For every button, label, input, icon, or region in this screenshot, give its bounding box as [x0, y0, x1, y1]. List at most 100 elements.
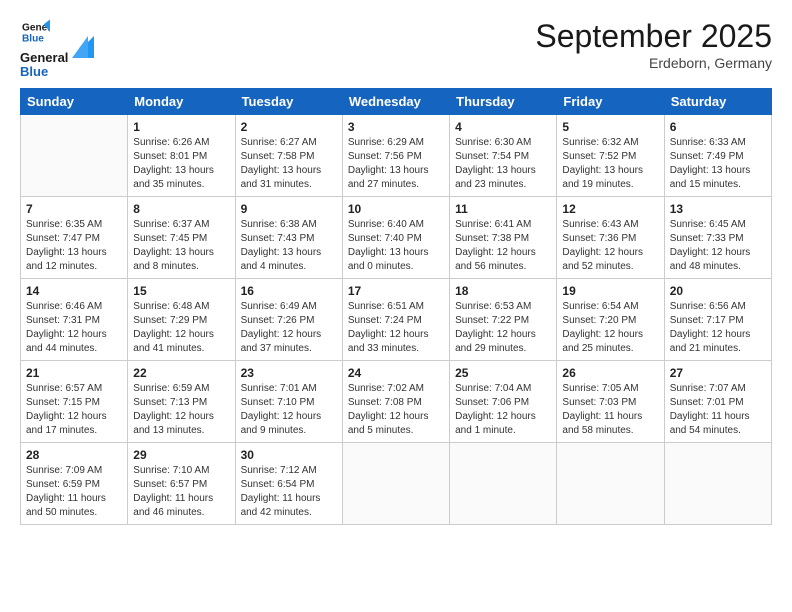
- day-info: Sunrise: 6:43 AM Sunset: 7:36 PM Dayligh…: [562, 218, 658, 273]
- day-number: 8: [133, 201, 229, 218]
- calendar-cell: 11Sunrise: 6:41 AM Sunset: 7:38 PM Dayli…: [450, 196, 557, 278]
- calendar-cell: 26Sunrise: 7:05 AM Sunset: 7:03 PM Dayli…: [557, 360, 664, 442]
- day-number: 11: [455, 201, 551, 218]
- day-number: 24: [348, 365, 444, 382]
- day-info: Sunrise: 6:27 AM Sunset: 7:58 PM Dayligh…: [241, 136, 337, 191]
- weekday-header-friday: Friday: [557, 88, 664, 114]
- day-number: 30: [241, 447, 337, 464]
- calendar-cell: 7Sunrise: 6:35 AM Sunset: 7:47 PM Daylig…: [21, 196, 128, 278]
- calendar-header-row: SundayMondayTuesdayWednesdayThursdayFrid…: [21, 88, 772, 114]
- day-info: Sunrise: 6:45 AM Sunset: 7:33 PM Dayligh…: [670, 218, 766, 273]
- logo-icon: General Blue: [22, 18, 50, 46]
- calendar-cell: 15Sunrise: 6:48 AM Sunset: 7:29 PM Dayli…: [128, 278, 235, 360]
- day-number: 1: [133, 119, 229, 136]
- day-number: 10: [348, 201, 444, 218]
- weekday-header-wednesday: Wednesday: [342, 88, 449, 114]
- day-info: Sunrise: 6:53 AM Sunset: 7:22 PM Dayligh…: [455, 300, 551, 355]
- day-number: 13: [670, 201, 766, 218]
- day-number: 14: [26, 283, 122, 300]
- day-number: 12: [562, 201, 658, 218]
- calendar-cell: 12Sunrise: 6:43 AM Sunset: 7:36 PM Dayli…: [557, 196, 664, 278]
- calendar-cell: 22Sunrise: 6:59 AM Sunset: 7:13 PM Dayli…: [128, 360, 235, 442]
- day-number: 5: [562, 119, 658, 136]
- logo-triangle-icon: [72, 36, 94, 58]
- title-block: September 2025 Erdeborn, Germany: [535, 18, 772, 71]
- day-number: 29: [133, 447, 229, 464]
- calendar-cell: 2Sunrise: 6:27 AM Sunset: 7:58 PM Daylig…: [235, 114, 342, 196]
- day-info: Sunrise: 6:54 AM Sunset: 7:20 PM Dayligh…: [562, 300, 658, 355]
- calendar-cell: [342, 442, 449, 524]
- day-info: Sunrise: 6:57 AM Sunset: 7:15 PM Dayligh…: [26, 382, 122, 437]
- calendar-cell: 4Sunrise: 6:30 AM Sunset: 7:54 PM Daylig…: [450, 114, 557, 196]
- location-subtitle: Erdeborn, Germany: [535, 55, 772, 71]
- day-number: 2: [241, 119, 337, 136]
- day-info: Sunrise: 7:12 AM Sunset: 6:54 PM Dayligh…: [241, 464, 337, 519]
- logo-general: General: [20, 50, 68, 65]
- calendar-cell: 13Sunrise: 6:45 AM Sunset: 7:33 PM Dayli…: [664, 196, 771, 278]
- calendar-week-row: 7Sunrise: 6:35 AM Sunset: 7:47 PM Daylig…: [21, 196, 772, 278]
- calendar-page: General Blue General Blue September 2025…: [0, 0, 792, 612]
- month-title: September 2025: [535, 18, 772, 55]
- calendar-cell: 27Sunrise: 7:07 AM Sunset: 7:01 PM Dayli…: [664, 360, 771, 442]
- calendar-cell: 19Sunrise: 6:54 AM Sunset: 7:20 PM Dayli…: [557, 278, 664, 360]
- day-info: Sunrise: 6:40 AM Sunset: 7:40 PM Dayligh…: [348, 218, 444, 273]
- calendar-cell: 30Sunrise: 7:12 AM Sunset: 6:54 PM Dayli…: [235, 442, 342, 524]
- day-info: Sunrise: 7:01 AM Sunset: 7:10 PM Dayligh…: [241, 382, 337, 437]
- day-info: Sunrise: 7:02 AM Sunset: 7:08 PM Dayligh…: [348, 382, 444, 437]
- day-number: 15: [133, 283, 229, 300]
- calendar-cell: 25Sunrise: 7:04 AM Sunset: 7:06 PM Dayli…: [450, 360, 557, 442]
- day-number: 23: [241, 365, 337, 382]
- day-info: Sunrise: 6:51 AM Sunset: 7:24 PM Dayligh…: [348, 300, 444, 355]
- day-number: 19: [562, 283, 658, 300]
- day-info: Sunrise: 6:59 AM Sunset: 7:13 PM Dayligh…: [133, 382, 229, 437]
- day-info: Sunrise: 6:33 AM Sunset: 7:49 PM Dayligh…: [670, 136, 766, 191]
- day-number: 17: [348, 283, 444, 300]
- calendar-cell: [450, 442, 557, 524]
- day-info: Sunrise: 7:05 AM Sunset: 7:03 PM Dayligh…: [562, 382, 658, 437]
- calendar-cell: 5Sunrise: 6:32 AM Sunset: 7:52 PM Daylig…: [557, 114, 664, 196]
- day-number: 6: [670, 119, 766, 136]
- day-number: 22: [133, 365, 229, 382]
- day-info: Sunrise: 6:37 AM Sunset: 7:45 PM Dayligh…: [133, 218, 229, 273]
- calendar-cell: 17Sunrise: 6:51 AM Sunset: 7:24 PM Dayli…: [342, 278, 449, 360]
- day-info: Sunrise: 6:35 AM Sunset: 7:47 PM Dayligh…: [26, 218, 122, 273]
- calendar-week-row: 14Sunrise: 6:46 AM Sunset: 7:31 PM Dayli…: [21, 278, 772, 360]
- calendar-cell: [664, 442, 771, 524]
- day-number: 7: [26, 201, 122, 218]
- day-info: Sunrise: 6:26 AM Sunset: 8:01 PM Dayligh…: [133, 136, 229, 191]
- calendar-cell: 14Sunrise: 6:46 AM Sunset: 7:31 PM Dayli…: [21, 278, 128, 360]
- calendar-cell: 3Sunrise: 6:29 AM Sunset: 7:56 PM Daylig…: [342, 114, 449, 196]
- calendar-cell: 28Sunrise: 7:09 AM Sunset: 6:59 PM Dayli…: [21, 442, 128, 524]
- svg-text:Blue: Blue: [22, 33, 44, 44]
- logo-blue: Blue: [20, 65, 68, 79]
- day-number: 4: [455, 119, 551, 136]
- calendar-week-row: 21Sunrise: 6:57 AM Sunset: 7:15 PM Dayli…: [21, 360, 772, 442]
- calendar-cell: [21, 114, 128, 196]
- weekday-header-monday: Monday: [128, 88, 235, 114]
- day-number: 27: [670, 365, 766, 382]
- calendar-cell: 20Sunrise: 6:56 AM Sunset: 7:17 PM Dayli…: [664, 278, 771, 360]
- day-info: Sunrise: 6:49 AM Sunset: 7:26 PM Dayligh…: [241, 300, 337, 355]
- day-info: Sunrise: 6:30 AM Sunset: 7:54 PM Dayligh…: [455, 136, 551, 191]
- calendar-cell: 16Sunrise: 6:49 AM Sunset: 7:26 PM Dayli…: [235, 278, 342, 360]
- weekday-header-sunday: Sunday: [21, 88, 128, 114]
- calendar-cell: 21Sunrise: 6:57 AM Sunset: 7:15 PM Dayli…: [21, 360, 128, 442]
- day-number: 28: [26, 447, 122, 464]
- calendar-table: SundayMondayTuesdayWednesdayThursdayFrid…: [20, 88, 772, 525]
- weekday-header-saturday: Saturday: [664, 88, 771, 114]
- day-info: Sunrise: 6:38 AM Sunset: 7:43 PM Dayligh…: [241, 218, 337, 273]
- calendar-cell: [557, 442, 664, 524]
- day-info: Sunrise: 7:09 AM Sunset: 6:59 PM Dayligh…: [26, 464, 122, 519]
- day-number: 3: [348, 119, 444, 136]
- day-number: 9: [241, 201, 337, 218]
- day-info: Sunrise: 7:07 AM Sunset: 7:01 PM Dayligh…: [670, 382, 766, 437]
- weekday-header-thursday: Thursday: [450, 88, 557, 114]
- day-info: Sunrise: 7:10 AM Sunset: 6:57 PM Dayligh…: [133, 464, 229, 519]
- calendar-cell: 29Sunrise: 7:10 AM Sunset: 6:57 PM Dayli…: [128, 442, 235, 524]
- day-info: Sunrise: 7:04 AM Sunset: 7:06 PM Dayligh…: [455, 382, 551, 437]
- calendar-cell: 23Sunrise: 7:01 AM Sunset: 7:10 PM Dayli…: [235, 360, 342, 442]
- calendar-cell: 9Sunrise: 6:38 AM Sunset: 7:43 PM Daylig…: [235, 196, 342, 278]
- logo: General Blue General Blue: [20, 18, 94, 80]
- day-number: 21: [26, 365, 122, 382]
- day-info: Sunrise: 6:29 AM Sunset: 7:56 PM Dayligh…: [348, 136, 444, 191]
